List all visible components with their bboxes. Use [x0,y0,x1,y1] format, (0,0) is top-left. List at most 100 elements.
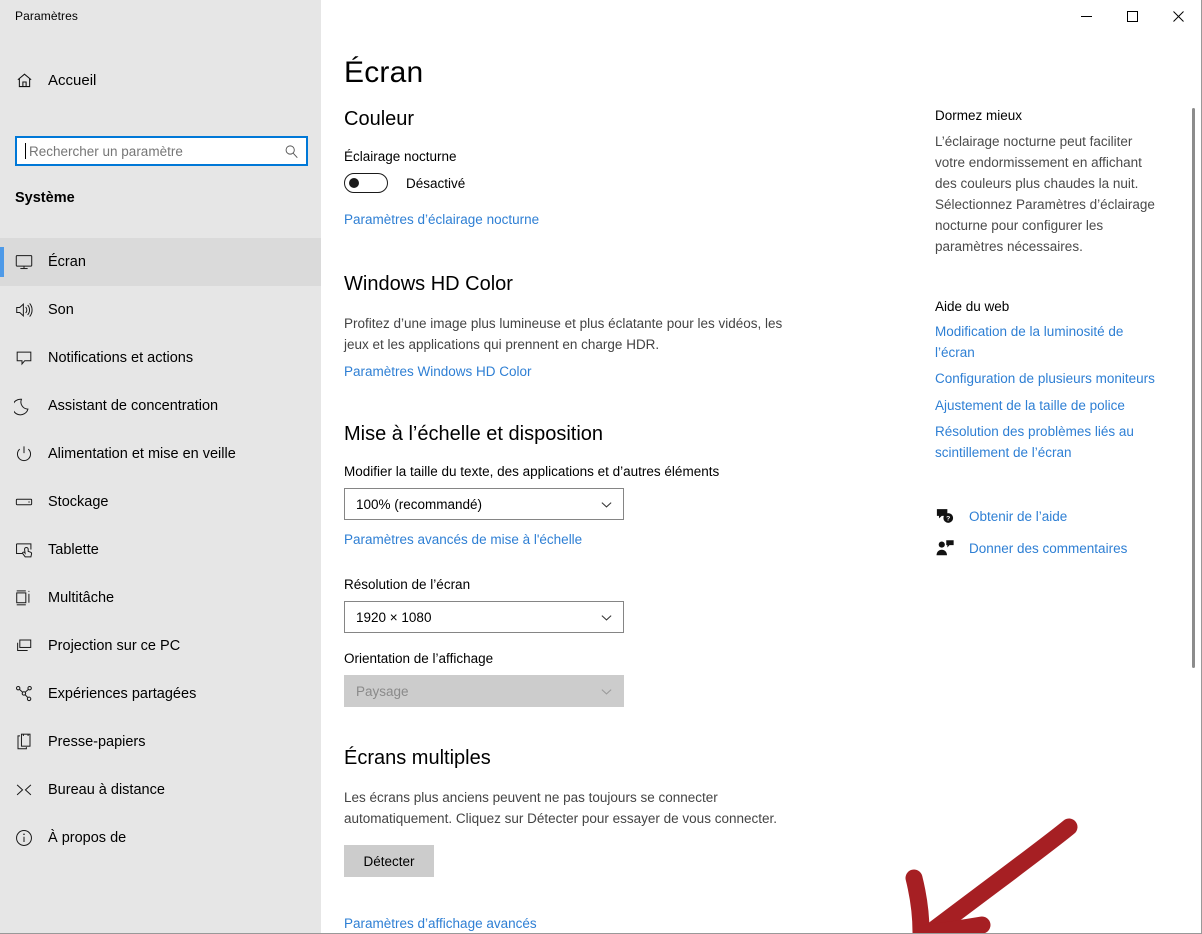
sidebar-item-multitache[interactable]: Multitâche [0,574,321,622]
web-help-links: Modification de la luminosité de l’écran… [935,322,1165,463]
clipboard-icon [0,732,48,752]
close-icon [1172,10,1184,22]
section-heading-couleur: Couleur [344,108,415,130]
sidebar-item-label: Tablette [48,542,99,558]
title-bar: Paramètres [0,0,1201,32]
search-input[interactable] [26,139,276,163]
sidebar-item-tablette[interactable]: Tablette [0,526,321,574]
remote-desktop-icon [0,780,48,800]
advanced-display-settings-link[interactable]: Paramètres d’affichage avancés [344,916,537,931]
chevron-down-icon [600,685,613,698]
sidebar-item-label: Multitâche [48,590,115,606]
help-column: Dormez mieux L’éclairage nocturne peut f… [935,108,1165,571]
minimize-icon [1080,15,1092,17]
advanced-scaling-link[interactable]: Paramètres avancés de mise à l'échelle [344,532,582,547]
help-bubble-icon: ? [935,507,969,525]
sidebar-item-assistant-concentration[interactable]: Assistant de concentration [0,382,321,430]
notification-icon [0,348,48,368]
resolution-combobox[interactable]: 1920 × 1080 [344,601,624,634]
web-help-heading: Aide du web [935,299,1010,315]
detect-button[interactable]: Détecter [344,845,434,878]
content-scrollbar[interactable] [1189,32,1199,933]
projection-icon [0,636,48,656]
night-light-toggle-state: Désactivé [406,175,466,191]
hd-color-settings-link[interactable]: Paramètres Windows HD Color [344,364,532,379]
content-area: Écran Couleur Éclairage nocturne Désacti… [321,32,1201,933]
sidebar-item-label: Presse-papiers [48,734,146,750]
sidebar-item-label: Écran [48,254,86,270]
web-help-link[interactable]: Ajustement de la taille de police [935,396,1165,417]
svg-text:?: ? [946,516,950,523]
sidebar-item-label: À propos de [48,830,127,846]
chevron-down-icon [600,498,613,511]
sidebar-nav-list: Écran Son Notifications et actions Assis… [0,238,321,862]
text-size-label: Modifier la taille du texte, des applica… [344,464,720,480]
night-light-toggle[interactable] [344,173,388,193]
scaling-combobox[interactable]: 100% (recommandé) [344,488,624,521]
orientation-label: Orientation de l’affichage [344,651,494,667]
sidebar-item-alimentation[interactable]: Alimentation et mise en veille [0,430,321,478]
power-icon [0,444,48,464]
night-light-settings-link[interactable]: Paramètres d’éclairage nocturne [344,212,539,227]
sleep-better-heading: Dormez mieux [935,108,1023,123]
sidebar-group-title: Système [15,190,75,206]
night-light-toggle-row: Désactivé [344,173,904,193]
window-title: Paramètres [15,9,79,23]
multitask-icon [0,588,48,608]
maximize-button[interactable] [1109,0,1155,32]
night-light-label: Éclairage nocturne [344,149,457,164]
info-icon [0,828,48,848]
maximize-icon [1126,10,1138,22]
drive-icon [0,492,48,512]
sidebar-item-stockage[interactable]: Stockage [0,478,321,526]
sidebar-item-son[interactable]: Son [0,286,321,334]
web-help-link[interactable]: Modification de la luminosité de l’écran [935,322,1165,363]
web-help-link[interactable]: Résolution des problèmes liés au scintil… [935,422,1165,463]
settings-main-column: Couleur Éclairage nocturne Désactivé Par… [344,108,904,933]
sidebar-item-projection[interactable]: Projection sur ce PC [0,622,321,670]
section-heading-hd-color: Windows HD Color [344,273,513,295]
sidebar-item-label: Bureau à distance [48,782,165,798]
web-help-link[interactable]: Configuration de plusieurs moniteurs [935,369,1165,390]
sidebar-item-experiences-partagees[interactable]: Expériences partagées [0,670,321,718]
share-icon [0,684,48,704]
sidebar-item-label: Notifications et actions [48,350,194,366]
sidebar-item-label: Stockage [48,494,109,510]
home-icon [0,71,48,90]
multi-display-description: Les écrans plus anciens peuvent ne pas t… [344,790,777,826]
sidebar-item-label: Alimentation et mise en veille [48,446,236,462]
search-icon[interactable] [276,138,306,164]
sidebar-item-label: Assistant de concentration [48,398,219,414]
sidebar-item-bureau-a-distance[interactable]: Bureau à distance [0,766,321,814]
sidebar: Accueil Système [0,32,321,933]
monitor-icon [0,252,48,272]
window-controls [1063,0,1201,32]
sidebar-item-label: Projection sur ce PC [48,638,181,654]
sidebar-item-label: Expériences partagées [48,686,197,702]
sleep-better-body: L’éclairage nocturne peut faciliter votr… [935,134,1155,255]
sidebar-item-a-propos-de[interactable]: À propos de [0,814,321,862]
tablet-icon [0,540,48,560]
scrollbar-thumb[interactable] [1192,108,1195,668]
section-heading-scaling: Mise à l’échelle et disposition [344,423,604,446]
resolution-label: Résolution de l’écran [344,577,471,593]
get-help-label: Obtenir de l’aide [969,508,1068,524]
speaker-icon [0,300,48,320]
close-button[interactable] [1155,0,1201,32]
search-box[interactable] [15,136,308,166]
scaling-combobox-value: 100% (recommandé) [356,496,483,512]
get-help-action[interactable]: ? Obtenir de l’aide [935,507,1165,525]
sidebar-home-label: Accueil [48,71,97,89]
sidebar-item-ecran[interactable]: Écran [0,238,321,286]
sidebar-item-presse-papiers[interactable]: Presse-papiers [0,718,321,766]
resolution-combobox-value: 1920 × 1080 [356,609,432,625]
section-heading-multi-display: Écrans multiples [344,747,491,770]
give-feedback-action[interactable]: Donner des commentaires [935,539,1165,557]
minimize-button[interactable] [1063,0,1109,32]
sidebar-item-label: Son [48,302,74,318]
sidebar-item-notifications[interactable]: Notifications et actions [0,334,321,382]
feedback-person-icon [935,539,969,557]
page-title: Écran [344,56,424,89]
orientation-combobox: Paysage [344,675,624,708]
sidebar-item-home[interactable]: Accueil [0,60,321,100]
